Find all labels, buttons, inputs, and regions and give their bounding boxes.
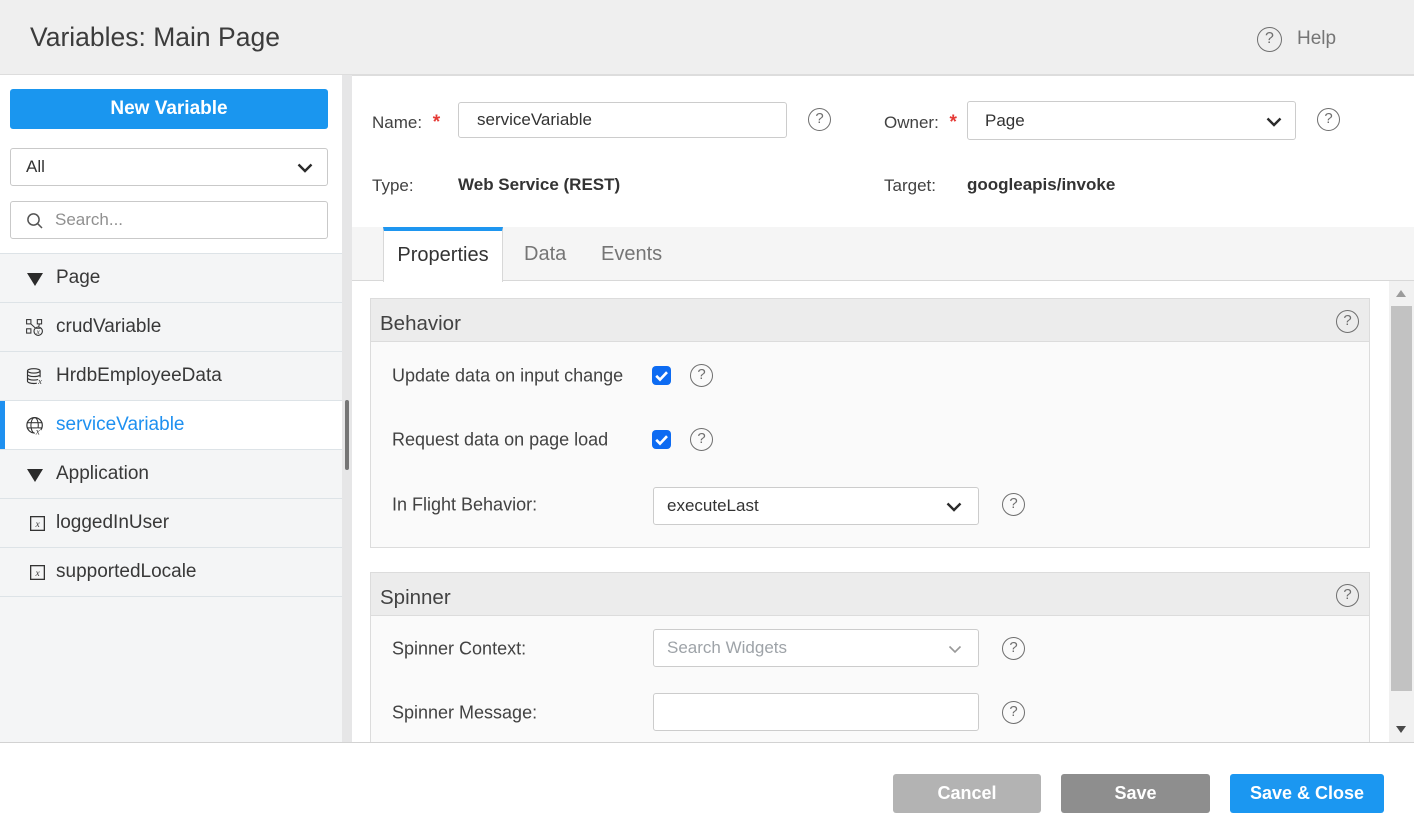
svg-text:x: x bbox=[37, 376, 42, 385]
svg-text:x: x bbox=[36, 327, 41, 336]
svg-text:x: x bbox=[34, 520, 40, 530]
svg-text:x: x bbox=[35, 427, 40, 435]
svg-text:x: x bbox=[34, 569, 40, 579]
